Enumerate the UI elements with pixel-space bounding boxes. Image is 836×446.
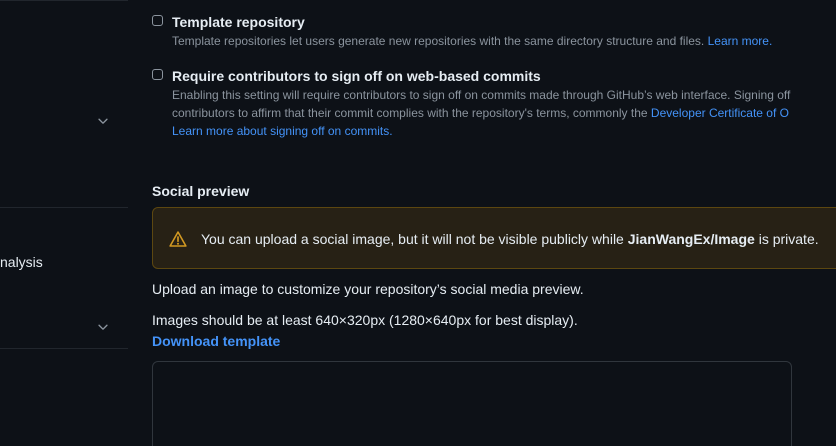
signoff-description-line2-text: contributors to affirm that their commit… bbox=[172, 106, 648, 120]
template-repository-title: Template repository bbox=[172, 14, 305, 30]
image-size-description: Images should be at least 640×320px (128… bbox=[152, 312, 578, 328]
signoff-description-line1: Enabling this setting will require contr… bbox=[172, 88, 791, 102]
private-repo-warning: You can upload a social image, but it wi… bbox=[152, 207, 836, 269]
template-repository-description: Template repositories let users generate… bbox=[172, 32, 772, 50]
social-image-upload-area[interactable] bbox=[152, 361, 792, 446]
upload-description: Upload an image to customize your reposi… bbox=[152, 281, 584, 297]
alert-triangle-icon bbox=[169, 230, 187, 248]
signoff-description-line2: contributors to affirm that their commit… bbox=[172, 104, 789, 122]
warning-text: You can upload a social image, but it wi… bbox=[201, 231, 624, 247]
signoff-title: Require contributors to sign off on web-… bbox=[172, 68, 541, 84]
signoff-learn-more-line: Learn more about signing off on commits. bbox=[172, 122, 393, 140]
main-content: Template repository Template repositorie… bbox=[0, 0, 836, 446]
warning-message: You can upload a social image, but it wi… bbox=[201, 231, 819, 247]
template-repository-description-text: Template repositories let users generate… bbox=[172, 34, 705, 48]
signoff-learn-more-link[interactable]: Learn more about signing off on commits. bbox=[172, 124, 393, 138]
warning-text-end: is private. bbox=[758, 231, 819, 247]
social-preview-heading: Social preview bbox=[152, 183, 250, 199]
template-learn-more-link[interactable]: Learn more. bbox=[708, 34, 773, 48]
download-template-link[interactable]: Download template bbox=[152, 333, 280, 349]
repo-name: JianWangEx/Image bbox=[627, 231, 755, 247]
settings-page: nalysis Template repository Template rep… bbox=[0, 0, 836, 446]
developer-certificate-link[interactable]: Developer Certificate of O bbox=[651, 106, 789, 120]
template-repository-checkbox[interactable] bbox=[152, 15, 163, 26]
signoff-checkbox[interactable] bbox=[152, 69, 163, 80]
